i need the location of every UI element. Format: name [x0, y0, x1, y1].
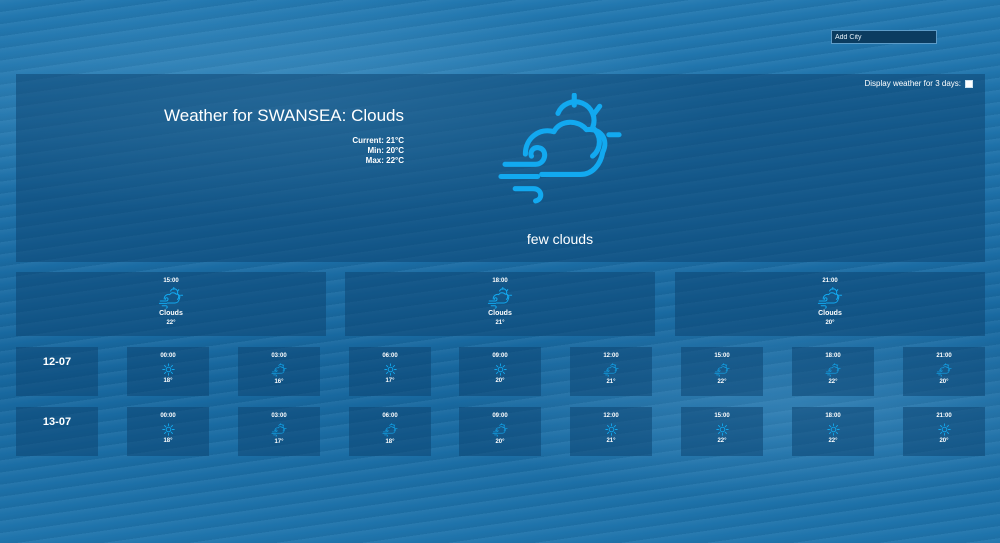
sun-icon: [715, 423, 729, 436]
forecast-time: 12:00: [603, 413, 619, 419]
forecast-time: 18:00: [825, 353, 841, 359]
cloud-sun-wind-icon: [382, 423, 398, 437]
cloud-sun-wind-icon: [158, 287, 184, 309]
sun-icon: [493, 363, 507, 376]
forecast-time: 09:00: [492, 413, 508, 419]
forecast-time: 06:00: [382, 353, 398, 359]
min-temp: Min: 20°C: [367, 146, 404, 155]
forecast-tile: 18:00 22°: [792, 347, 874, 396]
sun-icon: [604, 423, 618, 436]
forecast-temp: 22°: [717, 438, 727, 444]
today-card: 15:00 Clouds 22°: [16, 272, 326, 336]
forecast-temp: 22°: [828, 438, 838, 444]
three-day-toggle-label: Display weather for 3 days:: [864, 79, 962, 88]
forecast-tile: 12:00 21°: [570, 347, 652, 396]
cloud-sun-wind-icon: [936, 363, 952, 377]
today-card-time: 15:00: [163, 278, 179, 284]
forecast-tile: 00:00 18°: [127, 407, 209, 456]
forecast-tile: 18:00 22°: [792, 407, 874, 456]
forecast-temp: 17°: [385, 378, 395, 384]
today-card-condition: Clouds: [818, 310, 842, 317]
forecast-time: 06:00: [382, 413, 398, 419]
cloud-sun-wind-icon: [603, 363, 619, 377]
cloud-sun-wind-icon: [817, 287, 843, 309]
forecast-tile: 15:00 22°: [681, 347, 763, 396]
three-day-checkbox[interactable]: [965, 79, 973, 88]
forecast-temp: 21°: [606, 438, 616, 444]
forecast-time: 00:00: [160, 353, 176, 359]
sun-icon: [161, 423, 175, 436]
forecast-tile: 15:00 22°: [681, 407, 763, 456]
forecast-temp: 22°: [717, 379, 727, 385]
forecast-time: 03:00: [271, 413, 287, 419]
cloud-sun-wind-icon: [271, 363, 287, 377]
cloud-sun-wind-icon: [492, 423, 508, 437]
cloud-sun-wind-icon: [487, 287, 513, 309]
forecast-temp: 16°: [274, 379, 284, 385]
forecast-tile: 21:00 20°: [903, 407, 985, 456]
forecast-tile: 21:00 20°: [903, 347, 985, 396]
forecast-temp: 21°: [606, 379, 616, 385]
cloud-sun-wind-icon: [490, 93, 630, 205]
forecast-temp: 18°: [163, 378, 173, 384]
forecast-time: 03:00: [271, 353, 287, 359]
forecast-time: 18:00: [825, 413, 841, 419]
today-card-time: 21:00: [822, 278, 838, 284]
forecast-time: 21:00: [936, 353, 952, 359]
forecast-temp: 20°: [939, 379, 949, 385]
forecast-temp: 18°: [163, 438, 173, 444]
today-card-condition: Clouds: [488, 310, 512, 317]
today-card-temp: 20°: [825, 320, 835, 326]
add-city-input[interactable]: [831, 30, 937, 44]
forecast-tile: 06:00 17°: [349, 347, 431, 396]
sun-icon: [383, 363, 397, 376]
forecast-temp: 20°: [495, 378, 505, 384]
forecast-time: 15:00: [714, 353, 730, 359]
today-card-temp: 22°: [166, 320, 176, 326]
today-card: 21:00 Clouds 20°: [675, 272, 985, 336]
sun-icon: [826, 423, 840, 436]
forecast-tile: 00:00 18°: [127, 347, 209, 396]
today-card-time: 18:00: [492, 278, 508, 284]
sun-icon: [937, 423, 951, 436]
weather-description: few clouds: [526, 231, 594, 247]
current-temp: Current: 21°C: [352, 136, 404, 145]
day-label: 13-07: [16, 407, 98, 456]
forecast-tile: 09:00 20°: [459, 347, 541, 396]
cloud-sun-wind-icon: [714, 363, 730, 377]
forecast-time: 21:00: [936, 413, 952, 419]
forecast-tile: 09:00 20°: [459, 407, 541, 456]
forecast-time: 15:00: [714, 413, 730, 419]
forecast-tile: 06:00 18°: [349, 407, 431, 456]
forecast-temp: 22°: [828, 379, 838, 385]
day-label: 12-07: [16, 347, 98, 396]
forecast-time: 12:00: [603, 353, 619, 359]
forecast-time: 09:00: [492, 353, 508, 359]
forecast-temp: 20°: [495, 439, 505, 445]
forecast-temp: 17°: [274, 439, 284, 445]
today-card-temp: 21°: [495, 320, 505, 326]
cloud-sun-wind-icon: [271, 423, 287, 437]
forecast-tile: 12:00 21°: [570, 407, 652, 456]
forecast-temp: 18°: [385, 439, 395, 445]
forecast-tile: 03:00 16°: [238, 347, 320, 396]
current-stats: Current: 21°C Min: 20°C Max: 22°C: [352, 136, 404, 166]
sun-icon: [161, 363, 175, 376]
today-card-condition: Clouds: [159, 310, 183, 317]
max-temp: Max: 22°C: [365, 156, 404, 165]
forecast-temp: 20°: [939, 438, 949, 444]
three-day-toggle[interactable]: Display weather for 3 days:: [864, 79, 973, 88]
page-title: Weather for SWANSEA: Clouds: [164, 106, 404, 125]
forecast-time: 00:00: [160, 413, 176, 419]
today-card: 18:00 Clouds 21°: [345, 272, 655, 336]
cloud-sun-wind-icon: [825, 363, 841, 377]
forecast-tile: 03:00 17°: [238, 407, 320, 456]
